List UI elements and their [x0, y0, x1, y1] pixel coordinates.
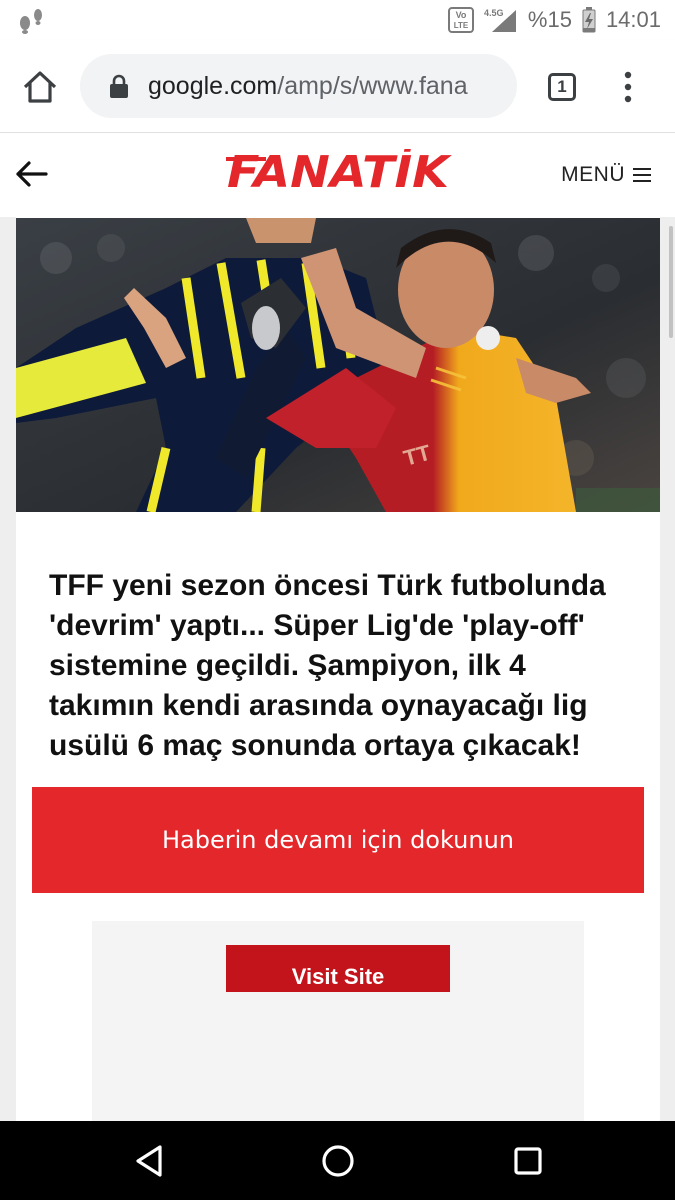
nav-back-icon[interactable] [132, 1143, 166, 1179]
clock: 14:01 [605, 7, 661, 32]
volte-label-bottom: LTE [454, 21, 469, 30]
scrollbar-thumb[interactable] [669, 226, 673, 338]
article-headline: TFF yeni sezon öncesi Türk futbolunda 'd… [49, 569, 606, 762]
football-match-photo: TT [16, 218, 660, 512]
browser-toolbar: google.com/amp/s/www.fana 1 [0, 40, 675, 133]
menu-label: MENÜ [561, 163, 625, 186]
visit-site-button[interactable]: Visit Site [226, 945, 450, 992]
hero-image[interactable]: TT [16, 218, 660, 512]
menu-button[interactable]: MENÜ [561, 163, 651, 187]
address-bar[interactable]: google.com/amp/s/www.fana [80, 54, 517, 118]
site-header: FANATİK MENÜ [0, 133, 675, 217]
volte-label-top: Vo [455, 10, 466, 20]
volte-icon: Vo LTE [447, 7, 474, 33]
fanatik-logo[interactable]: FANATİK [224, 149, 452, 193]
signal-icon: 4.5G [484, 8, 516, 32]
nav-home-icon[interactable] [320, 1143, 356, 1179]
url-text: google.com/amp/s/www.fana [148, 70, 468, 102]
lock-icon [110, 74, 128, 98]
more-options-icon[interactable] [620, 70, 636, 104]
logo-text: FANATİK [227, 149, 452, 193]
home-icon[interactable] [20, 67, 60, 107]
footprint-icon [20, 9, 42, 34]
nav-recents-icon[interactable] [512, 1145, 544, 1177]
status-bar: Vo LTE 4.5G %15 14:01 [0, 0, 675, 40]
tab-switcher-button[interactable]: 1 [548, 73, 576, 101]
continue-reading-button[interactable]: Haberin devamı için dokunun [32, 787, 644, 893]
battery-charging-icon [582, 7, 596, 33]
network-type: 4.5G [484, 8, 504, 18]
url-host: google.com [148, 72, 278, 100]
back-arrow-icon[interactable] [14, 159, 48, 189]
battery-percent: %15 [527, 7, 572, 32]
hamburger-icon [633, 168, 651, 182]
url-path: /amp/s/www.fana [277, 72, 468, 100]
navigation-bar [0, 1121, 675, 1200]
